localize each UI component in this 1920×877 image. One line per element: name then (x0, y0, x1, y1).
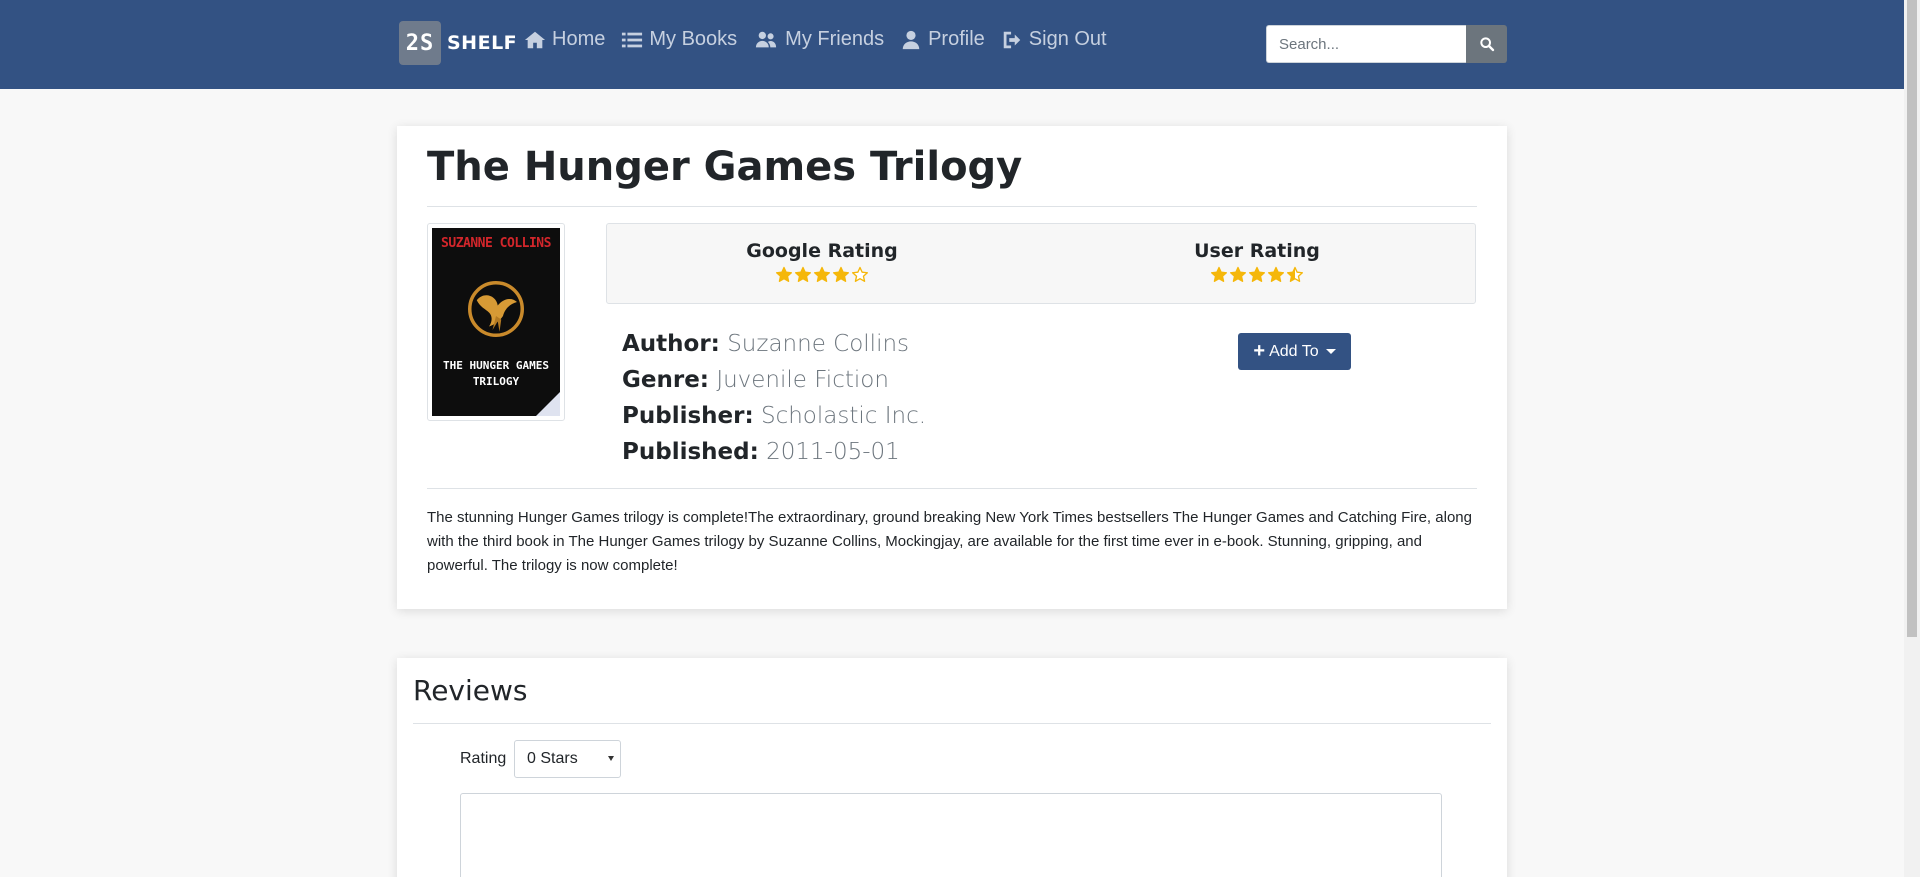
google-rating-label: Google Rating (746, 240, 898, 262)
list-icon (622, 32, 643, 47)
search-button[interactable] (1466, 25, 1507, 63)
star-half-icon (1286, 266, 1304, 282)
nav-link-sign-out[interactable]: Sign Out (1001, 28, 1107, 51)
nav-link-home[interactable]: Home (524, 28, 605, 51)
author-label: Author: (622, 331, 720, 357)
book-meta: Author: Suzanne Collins Genre: Juvenile … (622, 326, 926, 470)
publisher-value: Scholastic Inc. (760, 403, 927, 429)
book-description: The stunning Hunger Games trilogy is com… (427, 509, 1472, 574)
author-value: Suzanne Collins (727, 331, 910, 357)
publisher-label: Publisher: (622, 403, 754, 429)
star-full-icon (832, 266, 850, 282)
add-to-button[interactable]: + Add To (1238, 333, 1351, 370)
brand-logo[interactable]: 2S SHELF (399, 21, 517, 65)
users-icon (756, 31, 777, 47)
nav-link-my-books[interactable]: My Books (621, 28, 737, 51)
google-rating: Google Rating (672, 240, 972, 284)
page-scrollbar[interactable] (1904, 0, 1920, 877)
sign-out-icon (1003, 31, 1021, 48)
ratings-panel: Google Rating User Rating (606, 223, 1476, 304)
reviews-card: Reviews Rating 0 Stars (397, 658, 1507, 877)
published-value: 2011-05-01 (766, 439, 900, 465)
nav-link-label: Home (552, 28, 606, 50)
book-details-card: The Hunger Games Trilogy SUZANNE COLLINS… (397, 126, 1507, 609)
search-icon (1479, 37, 1494, 52)
author-row: Author: Suzanne Collins (622, 326, 926, 362)
user-rating: User Rating (1107, 240, 1407, 284)
cover-author-text: SUZANNE COLLINS (441, 236, 551, 251)
published-row: Published: 2011-05-01 (622, 434, 926, 470)
book-cover: SUZANNE COLLINS THE HUNGER GAMES TRILOGY (427, 223, 565, 421)
logo-text: SHELF (447, 32, 518, 54)
star-full-icon (813, 266, 831, 282)
divider (427, 488, 1477, 489)
mockingjay-pin-icon (468, 281, 524, 337)
page-curl (536, 392, 560, 416)
nav-link-label: Sign Out (1028, 28, 1107, 50)
star-full-icon (1210, 266, 1228, 282)
nav-link-label: My Friends (785, 28, 885, 50)
nav-link-my-friends[interactable]: My Friends (753, 28, 884, 51)
star-empty-icon (851, 266, 869, 282)
add-to-label: Add To (1269, 342, 1319, 360)
scrollbar-thumb[interactable] (1907, 0, 1917, 637)
review-textarea[interactable] (460, 793, 1442, 877)
dropdown-arrow-icon (608, 756, 614, 761)
navbar: 2S SHELF Home My Books My Friends Profil… (0, 0, 1904, 89)
reviews-heading: Reviews (413, 674, 528, 707)
home-icon (524, 31, 546, 48)
book-cover-image: SUZANNE COLLINS THE HUNGER GAMES TRILOGY (432, 228, 560, 416)
google-rating-stars (672, 266, 972, 284)
book-title: The Hunger Games Trilogy (427, 144, 1023, 190)
star-full-icon (775, 266, 793, 282)
genre-value: Juvenile Fiction (716, 367, 889, 393)
rating-select[interactable]: 0 Stars (514, 740, 621, 778)
user-rating-stars (1107, 266, 1407, 284)
published-label: Published: (622, 439, 759, 465)
search-form (1266, 25, 1507, 63)
star-full-icon (794, 266, 812, 282)
divider (413, 723, 1491, 724)
genre-row: Genre: Juvenile Fiction (622, 362, 926, 398)
divider (427, 206, 1477, 207)
cover-title-text: THE HUNGER GAMES TRILOGY (443, 359, 549, 388)
rating-field-label: Rating (460, 750, 507, 767)
genre-label: Genre: (622, 367, 709, 393)
star-full-icon (1248, 266, 1266, 282)
logo-mark: 2S (399, 21, 441, 65)
caret-down-icon (1325, 349, 1336, 354)
user-rating-label: User Rating (1194, 240, 1320, 262)
star-full-icon (1229, 266, 1247, 282)
user-icon (902, 30, 920, 49)
nav-link-profile[interactable]: Profile (900, 28, 985, 51)
nav-link-label: Profile (928, 28, 985, 50)
nav-links: Home My Books My Friends Profile Sign Ou… (524, 28, 1123, 51)
star-full-icon (1267, 266, 1285, 282)
plus-icon: + (1253, 340, 1266, 362)
publisher-row: Publisher: Scholastic Inc. (622, 398, 926, 434)
rating-select-value: 0 Stars (527, 750, 578, 767)
nav-link-label: My Books (649, 28, 738, 50)
search-input[interactable] (1266, 25, 1466, 63)
